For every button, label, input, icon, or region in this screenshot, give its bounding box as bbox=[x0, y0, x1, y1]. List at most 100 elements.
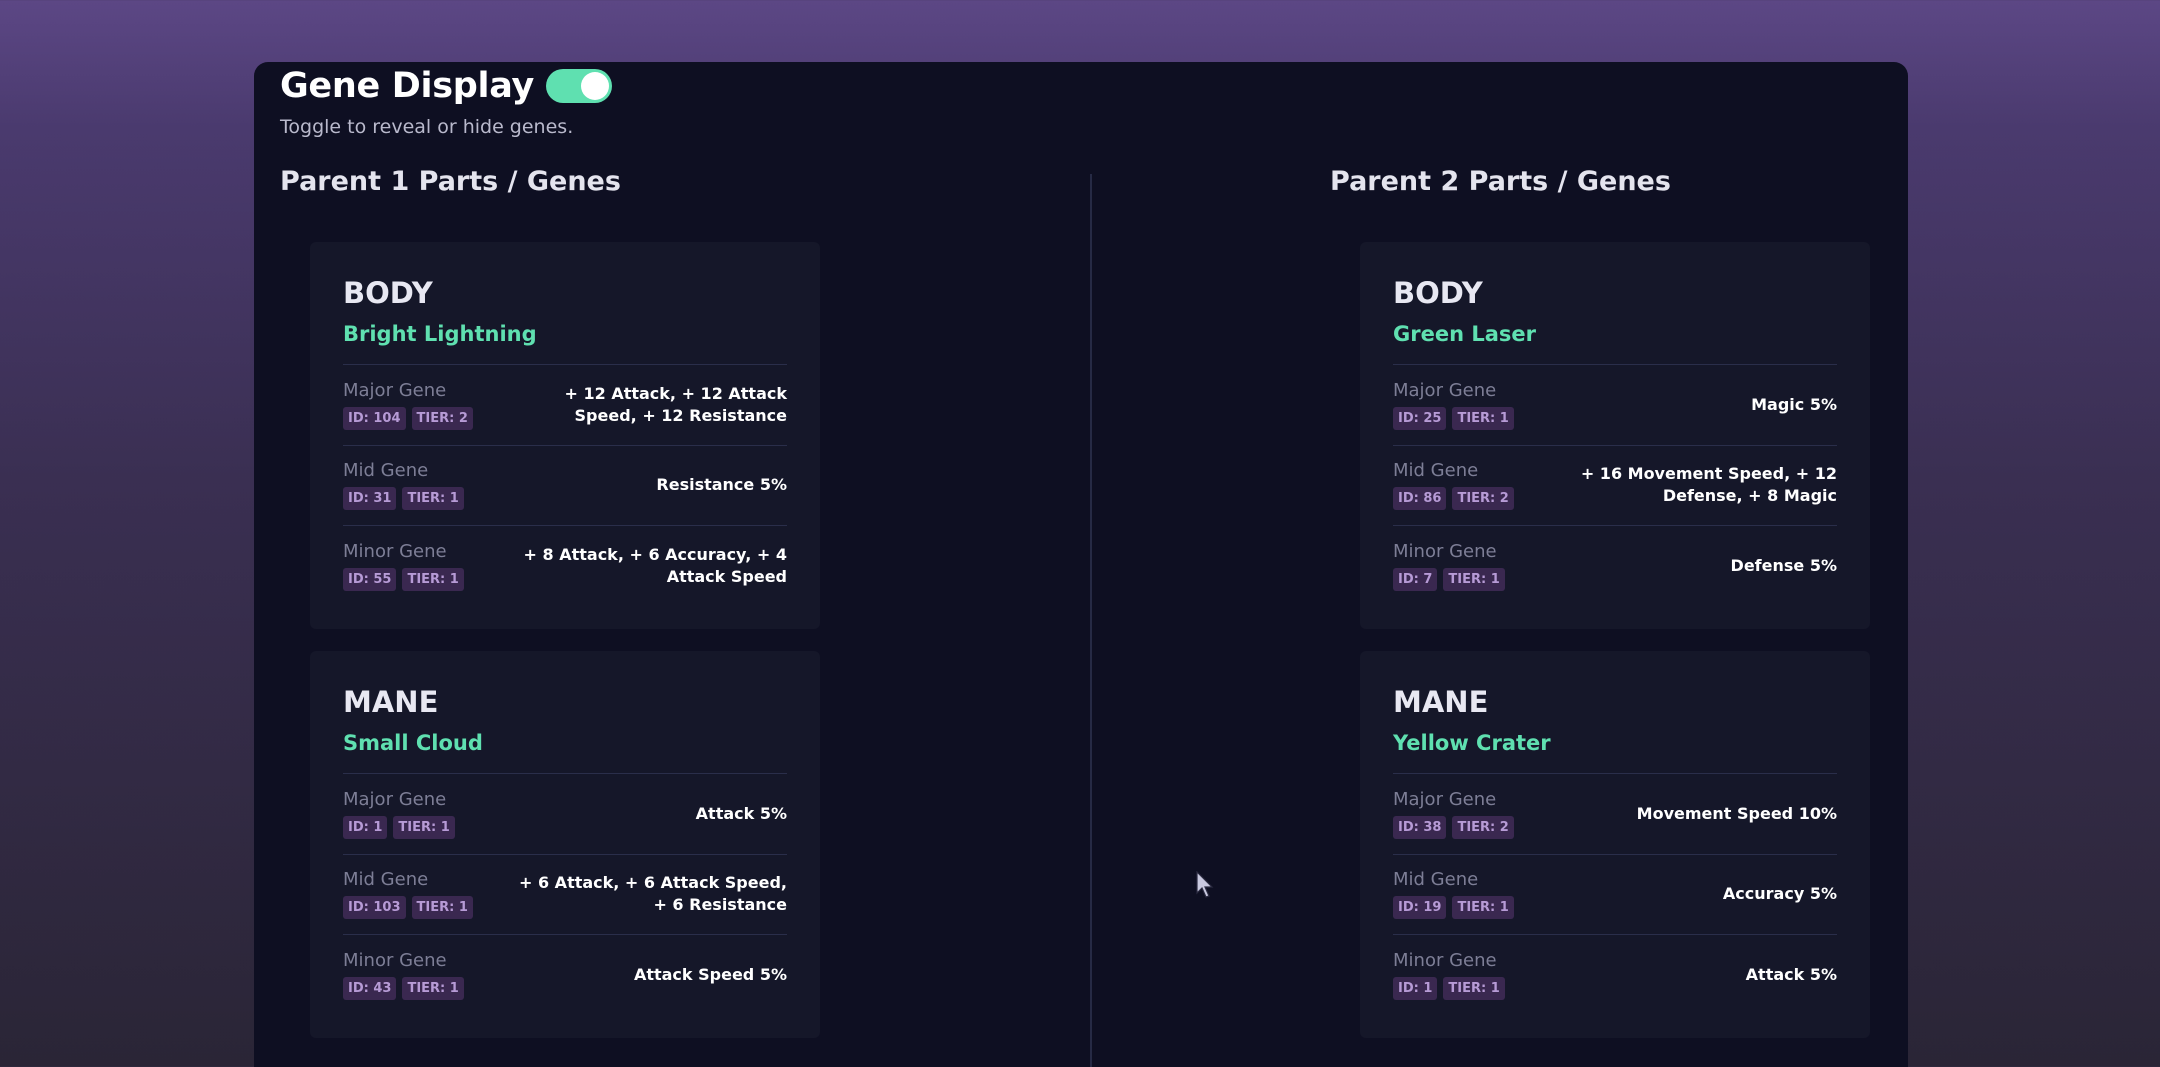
gene-row: Minor Gene ID: 43 TIER: 1 Attack Speed 5… bbox=[343, 935, 787, 1016]
gene-badges: ID: 86 TIER: 2 bbox=[1393, 487, 1514, 511]
gene-id-badge: ID: 7 bbox=[1393, 568, 1438, 592]
gene-list: Major Gene ID: 25 TIER: 1 Magic 5% Mid G… bbox=[1393, 364, 1837, 607]
gene-effect: Resistance 5% bbox=[656, 475, 787, 495]
gene-effect: + 6 Attack, + 6 Attack Speed, + 6 Resist… bbox=[519, 873, 787, 915]
gene-badges: ID: 7 TIER: 1 bbox=[1393, 568, 1505, 592]
gene-badges: ID: 43 TIER: 1 bbox=[343, 977, 464, 1001]
gene-label: Minor Gene bbox=[343, 950, 447, 972]
gene-info: Major Gene ID: 1 TIER: 1 bbox=[343, 789, 455, 839]
gene-id-badge: ID: 31 bbox=[343, 487, 397, 511]
gene-list: Major Gene ID: 38 TIER: 2 Movement Speed… bbox=[1393, 773, 1837, 1016]
gene-label: Major Gene bbox=[1393, 788, 1497, 810]
gene-effect: Accuracy 5% bbox=[1722, 884, 1837, 904]
gene-badges: ID: 103 TIER: 1 bbox=[343, 896, 473, 920]
part-card-mane: MANE Yellow Crater Major Gene ID: 38 TIE… bbox=[1360, 651, 1870, 1038]
gene-badges: ID: 31 TIER: 1 bbox=[343, 487, 464, 511]
gene-effect: Magic 5% bbox=[1751, 394, 1837, 414]
gene-label: Major Gene bbox=[343, 379, 447, 401]
part-card-body: BODY Green Laser Major Gene ID: 25 TIER:… bbox=[1360, 242, 1870, 629]
gene-badges: ID: 38 TIER: 2 bbox=[1393, 815, 1514, 839]
gene-tier-badge: TIER: 2 bbox=[1452, 815, 1514, 839]
gene-badges: ID: 25 TIER: 1 bbox=[1393, 406, 1514, 430]
gene-label: Minor Gene bbox=[343, 541, 447, 563]
gene-id-badge: ID: 55 bbox=[343, 568, 397, 592]
gene-label: Minor Gene bbox=[1393, 950, 1497, 972]
gene-row: Minor Gene ID: 7 TIER: 1 Defense 5% bbox=[1393, 526, 1837, 607]
gene-id-badge: ID: 1 bbox=[343, 815, 388, 839]
gene-row: Mid Gene ID: 19 TIER: 1 Accuracy 5% bbox=[1393, 855, 1837, 935]
gene-display-panel: Gene Display Toggle to reveal or hide ge… bbox=[254, 62, 1908, 1067]
gene-tier-badge: TIER: 2 bbox=[411, 406, 473, 430]
gene-display-toggle[interactable] bbox=[546, 69, 612, 103]
gene-id-badge: ID: 38 bbox=[1393, 815, 1447, 839]
gene-tier-badge: TIER: 1 bbox=[1443, 977, 1505, 1001]
page-subtitle: Toggle to reveal or hide genes. bbox=[280, 116, 574, 138]
gene-effect: + 12 Attack, + 12 Attack Speed, + 12 Res… bbox=[564, 383, 787, 425]
gene-effect: Attack 5% bbox=[1745, 965, 1837, 985]
gene-info: Mid Gene ID: 86 TIER: 2 bbox=[1393, 460, 1514, 511]
gene-row: Mid Gene ID: 103 TIER: 1 + 6 Attack, + 6… bbox=[343, 855, 787, 935]
gene-tier-badge: TIER: 1 bbox=[1452, 406, 1514, 430]
gene-label: Minor Gene bbox=[1393, 541, 1497, 563]
gene-tier-badge: TIER: 1 bbox=[402, 487, 464, 511]
gene-row: Major Gene ID: 104 TIER: 2 + 12 Attack, … bbox=[343, 365, 787, 446]
gene-badges: ID: 55 TIER: 1 bbox=[343, 568, 464, 592]
gene-id-badge: ID: 103 bbox=[343, 896, 406, 920]
gene-label: Mid Gene bbox=[343, 460, 429, 482]
gene-label: Major Gene bbox=[1393, 379, 1497, 401]
header: Gene Display bbox=[280, 66, 612, 106]
gene-row: Major Gene ID: 1 TIER: 1 Attack 5% bbox=[343, 774, 787, 855]
gene-row: Major Gene ID: 38 TIER: 2 Movement Speed… bbox=[1393, 774, 1837, 855]
part-type: BODY bbox=[343, 276, 433, 310]
gene-info: Minor Gene ID: 43 TIER: 1 bbox=[343, 950, 464, 1001]
gene-tier-badge: TIER: 1 bbox=[402, 568, 464, 592]
gene-info: Mid Gene ID: 19 TIER: 1 bbox=[1393, 869, 1514, 920]
mouse-cursor-icon bbox=[1196, 871, 1214, 898]
gene-effect: + 16 Movement Speed, + 12 Defense, + 8 M… bbox=[1580, 464, 1837, 506]
gene-label: Mid Gene bbox=[1393, 460, 1479, 482]
gene-id-badge: ID: 104 bbox=[343, 406, 406, 430]
gene-id-badge: ID: 43 bbox=[343, 977, 397, 1001]
gene-info: Major Gene ID: 104 TIER: 2 bbox=[343, 380, 473, 430]
gene-row: Mid Gene ID: 86 TIER: 2 + 16 Movement Sp… bbox=[1393, 446, 1837, 526]
parent-1-title: Parent 1 Parts / Genes bbox=[280, 166, 621, 197]
gene-info: Minor Gene ID: 55 TIER: 1 bbox=[343, 541, 464, 592]
gene-id-badge: ID: 19 bbox=[1393, 896, 1447, 920]
gene-row: Minor Gene ID: 1 TIER: 1 Attack 5% bbox=[1393, 935, 1837, 1016]
gene-info: Minor Gene ID: 1 TIER: 1 bbox=[1393, 950, 1505, 1001]
gene-badges: ID: 1 TIER: 1 bbox=[343, 815, 455, 839]
parent-2-title: Parent 2 Parts / Genes bbox=[1330, 166, 1671, 197]
toggle-knob bbox=[581, 72, 609, 100]
gene-info: Mid Gene ID: 31 TIER: 1 bbox=[343, 460, 464, 511]
gene-id-badge: ID: 25 bbox=[1393, 406, 1447, 430]
gene-info: Minor Gene ID: 7 TIER: 1 bbox=[1393, 541, 1505, 592]
gene-badges: ID: 19 TIER: 1 bbox=[1393, 896, 1514, 920]
part-type: MANE bbox=[343, 685, 439, 719]
gene-tier-badge: TIER: 1 bbox=[1452, 896, 1514, 920]
gene-tier-badge: TIER: 1 bbox=[402, 977, 464, 1001]
gene-list: Major Gene ID: 104 TIER: 2 + 12 Attack, … bbox=[343, 364, 787, 607]
gene-row: Major Gene ID: 25 TIER: 1 Magic 5% bbox=[1393, 365, 1837, 446]
gene-label: Major Gene bbox=[343, 788, 447, 810]
gene-effect: Movement Speed 10% bbox=[1636, 803, 1837, 823]
gene-label: Mid Gene bbox=[343, 869, 429, 891]
gene-badges: ID: 1 TIER: 1 bbox=[1393, 977, 1505, 1001]
gene-info: Major Gene ID: 38 TIER: 2 bbox=[1393, 789, 1514, 839]
gene-row: Mid Gene ID: 31 TIER: 1 Resistance 5% bbox=[343, 446, 787, 526]
gene-row: Minor Gene ID: 55 TIER: 1 + 8 Attack, + … bbox=[343, 526, 787, 607]
part-card-body: BODY Bright Lightning Major Gene ID: 104… bbox=[310, 242, 820, 629]
gene-label: Mid Gene bbox=[1393, 869, 1479, 891]
gene-info: Mid Gene ID: 103 TIER: 1 bbox=[343, 869, 473, 920]
gene-tier-badge: TIER: 1 bbox=[1443, 568, 1505, 592]
gene-tier-badge: TIER: 1 bbox=[393, 815, 455, 839]
gene-effect: Attack Speed 5% bbox=[633, 965, 787, 985]
part-name: Yellow Crater bbox=[1393, 731, 1551, 755]
gene-id-badge: ID: 86 bbox=[1393, 487, 1447, 511]
gene-tier-badge: TIER: 2 bbox=[1452, 487, 1514, 511]
part-card-mane: MANE Small Cloud Major Gene ID: 1 TIER: … bbox=[310, 651, 820, 1038]
gene-list: Major Gene ID: 1 TIER: 1 Attack 5% Mid G… bbox=[343, 773, 787, 1016]
part-type: MANE bbox=[1393, 685, 1489, 719]
gene-effect: Attack 5% bbox=[695, 803, 787, 823]
gene-info: Major Gene ID: 25 TIER: 1 bbox=[1393, 380, 1514, 430]
part-name: Small Cloud bbox=[343, 731, 483, 755]
